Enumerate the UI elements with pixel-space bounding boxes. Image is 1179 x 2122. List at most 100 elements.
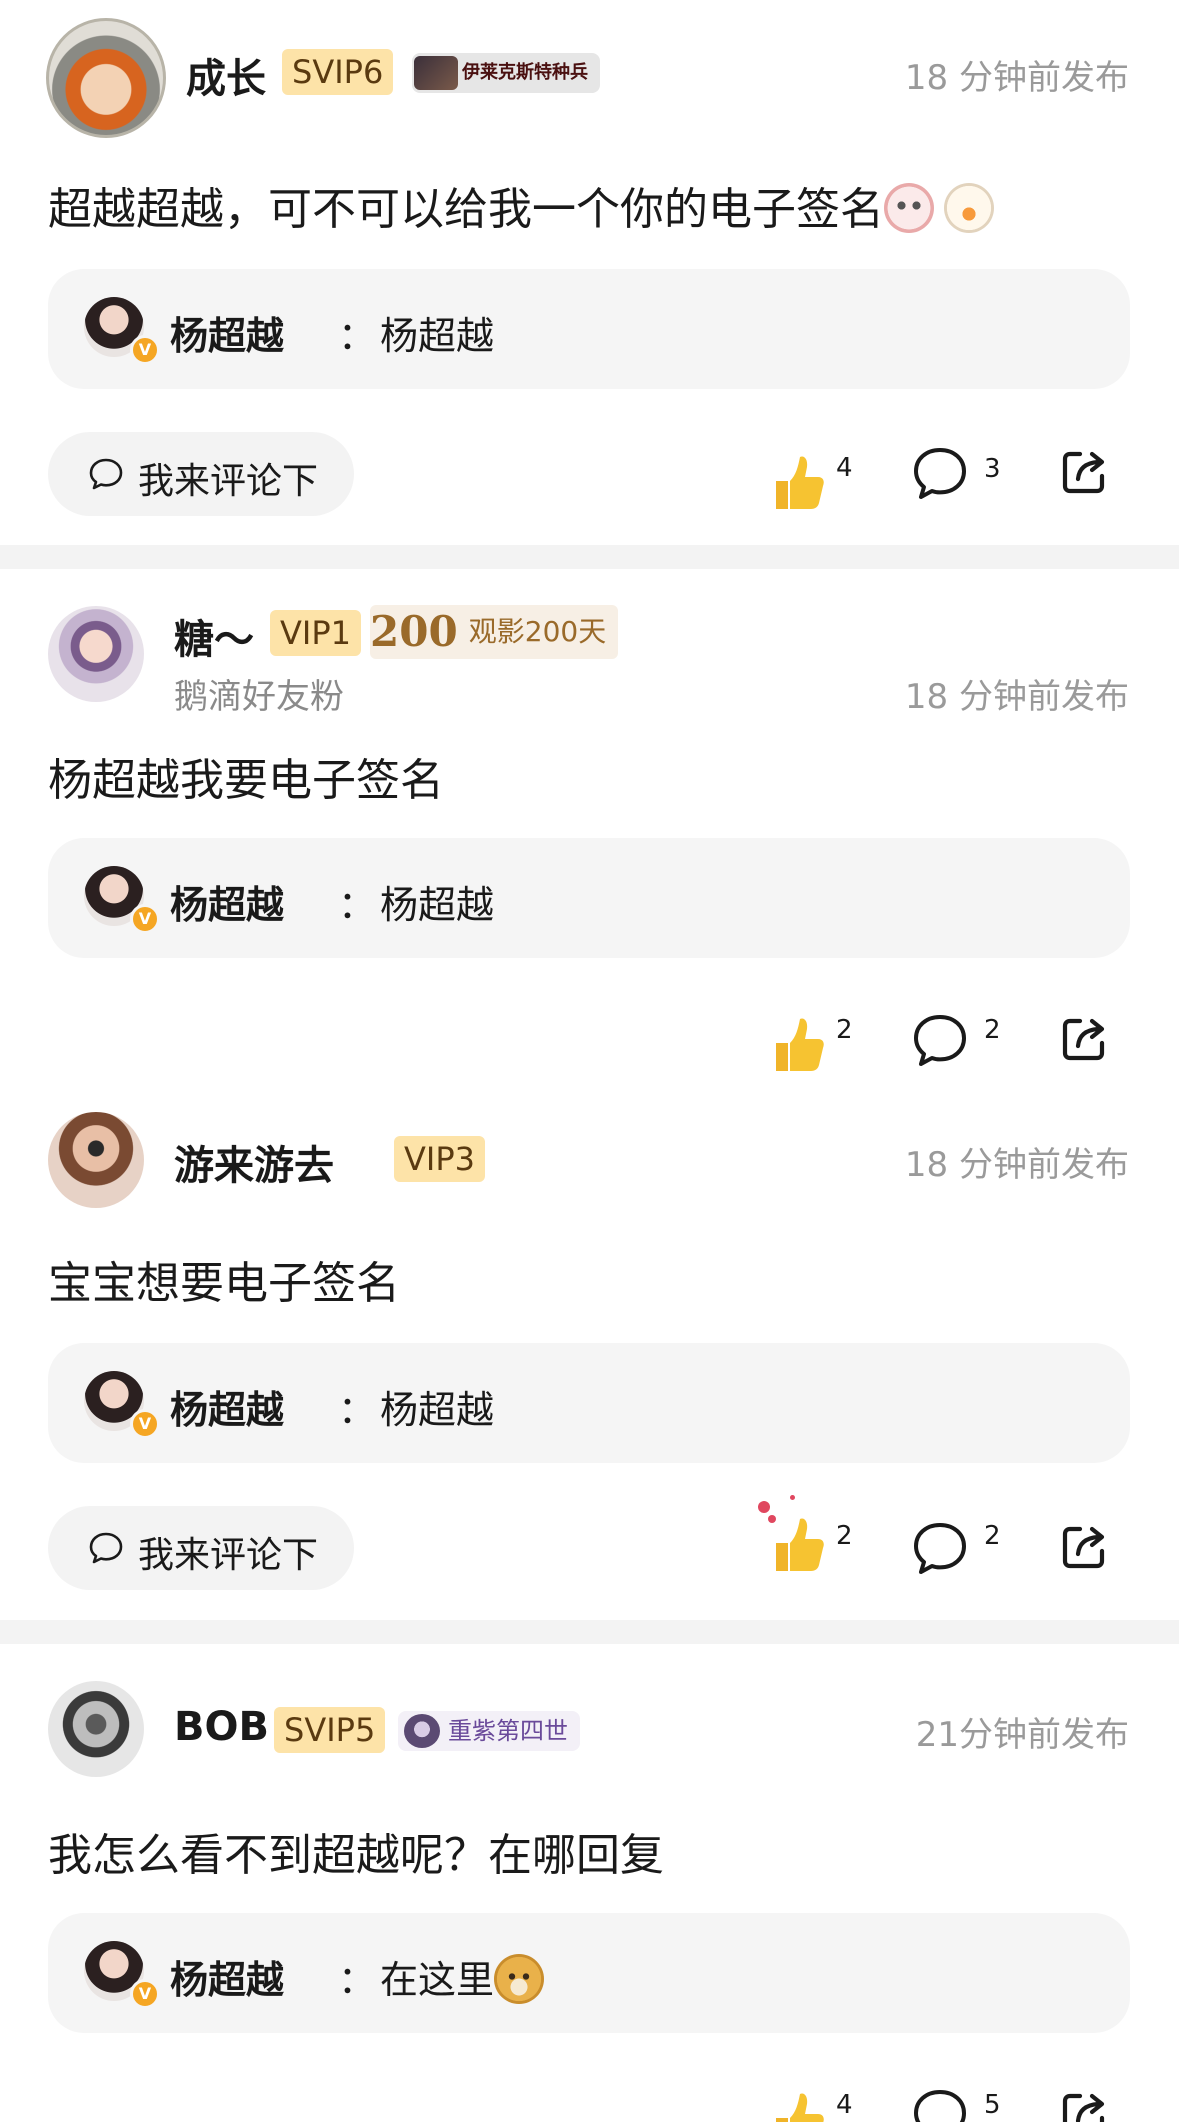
- user-avatar[interactable]: [48, 1681, 144, 1777]
- share-icon: [1062, 1526, 1105, 1569]
- comment-post: 糖～ VIP1 200 观影200天 鹅滴好友粉 18 分钟前发布 杨超越我要电…: [0, 569, 1179, 1085]
- reply-count: 2: [984, 1521, 1001, 1551]
- author-reply[interactable]: V 杨超越 ： 杨超越: [48, 269, 1130, 389]
- reply-count: 3: [984, 454, 1001, 484]
- reply-text: 杨超越: [380, 314, 495, 358]
- username[interactable]: 成长: [186, 46, 266, 104]
- reply-count: 5: [984, 2090, 1001, 2120]
- verified-icon: V: [130, 335, 160, 365]
- comment-text: 我怎么看不到超越呢？在哪回复: [48, 1830, 664, 1881]
- medal-label: 重紫第四世: [448, 1717, 568, 1745]
- reply-author[interactable]: 杨超越: [170, 874, 284, 929]
- share-icon: [1062, 1018, 1105, 1061]
- username[interactable]: 游来游去: [174, 1133, 334, 1191]
- share-button[interactable]: [1058, 446, 1114, 502]
- fan-tag: 鹅滴好友粉: [174, 677, 344, 717]
- share-icon: [1062, 2093, 1105, 2122]
- comment-text-body: 超越超越，可不可以给我一个你的电子签名: [48, 184, 884, 235]
- speech-bubble-icon: [89, 1532, 123, 1564]
- medal-label: 伊莱克斯特种兵: [462, 62, 588, 83]
- verified-icon: V: [130, 1979, 160, 2009]
- vip-badge: VIP3: [394, 1136, 485, 1182]
- reply-separator: ：: [338, 1958, 377, 2002]
- speech-bubble-icon: [89, 458, 123, 490]
- post-time: 21分钟前发布: [915, 1715, 1129, 1755]
- comment-post: 游来游去 VIP3 18 分钟前发布 宝宝想要电子签名 V 杨超越 ： 杨超越 …: [0, 1085, 1179, 1620]
- section-divider: [0, 1620, 1179, 1644]
- vip-badge: SVIP5: [274, 1707, 386, 1753]
- section-divider: [0, 545, 1179, 569]
- watch-days-badge: 200 观影200天: [370, 605, 619, 659]
- reply-count-button[interactable]: 3: [912, 446, 1008, 506]
- reply-separator: ：: [338, 314, 377, 358]
- medal-icon: [414, 56, 458, 90]
- reply-count-button[interactable]: 5: [912, 2088, 1008, 2122]
- fan-medal: 重紫第四世: [398, 1711, 580, 1751]
- comment-text: 超越超越，可不可以给我一个你的电子签名: [48, 173, 994, 237]
- comment-text: 宝宝想要电子签名: [48, 1258, 400, 1309]
- reply-text: 在这里: [380, 1949, 545, 2008]
- reply-author[interactable]: 杨超越: [170, 1379, 284, 1434]
- fan-medal: 伊莱克斯特种兵: [412, 53, 600, 93]
- username[interactable]: BOB: [174, 1704, 269, 1750]
- thumbs-up-icon: [776, 1018, 824, 1071]
- like-sparkle-icon: [790, 1495, 795, 1500]
- like-button[interactable]: 2: [770, 1013, 860, 1083]
- user-avatar[interactable]: [48, 606, 144, 702]
- share-button[interactable]: [1058, 1521, 1114, 1577]
- doge-emoji: [494, 1953, 545, 2004]
- share-button[interactable]: [1058, 2088, 1114, 2122]
- thumbs-up-icon: [776, 1518, 824, 1571]
- reply-separator: ：: [338, 1388, 377, 1432]
- reply-count-button[interactable]: 2: [912, 1013, 1008, 1073]
- like-count: 2: [836, 1015, 853, 1045]
- reply-text-body: 在这里: [380, 1958, 495, 2002]
- like-count: 2: [836, 1521, 853, 1551]
- reply-author[interactable]: 杨超越: [170, 305, 284, 360]
- like-button[interactable]: 2: [758, 1495, 860, 1577]
- username[interactable]: 糖～: [174, 607, 254, 665]
- share-button[interactable]: [1058, 1013, 1114, 1069]
- user-avatar[interactable]: [48, 1112, 144, 1208]
- reply-text: 杨超越: [380, 883, 495, 927]
- reply-count-button[interactable]: 2: [912, 1521, 1008, 1581]
- vip-badge: VIP1: [270, 610, 361, 656]
- speech-bubble-icon: [914, 2090, 966, 2122]
- comment-post: 成长 SVIP6 伊莱克斯特种兵 18 分钟前发布 超越超越，可不可以给我一个你…: [0, 0, 1179, 545]
- share-icon: [1062, 451, 1105, 494]
- post-time: 18 分钟前发布: [904, 58, 1129, 98]
- comment-text: 杨超越我要电子签名: [48, 755, 444, 806]
- reply-separator: ：: [338, 883, 377, 927]
- write-comment-label: 我来评论下: [138, 1535, 319, 1576]
- post-time: 18 分钟前发布: [904, 1145, 1129, 1185]
- write-comment-label: 我来评论下: [138, 461, 319, 502]
- thumbs-up-icon: [776, 2093, 824, 2122]
- watch-days-number: 200: [370, 607, 458, 656]
- panda-face-emoji: [884, 183, 934, 233]
- verified-icon: V: [130, 904, 160, 934]
- like-button[interactable]: 4: [770, 2088, 860, 2122]
- user-avatar[interactable]: [46, 18, 166, 138]
- like-count: 4: [836, 2090, 853, 2120]
- like-sparkle-icon: [758, 1501, 770, 1513]
- author-reply[interactable]: V 杨超越 ： 杨超越: [48, 1343, 1130, 1463]
- vip-badge: SVIP6: [282, 49, 394, 95]
- post-time: 18 分钟前发布: [904, 677, 1129, 717]
- comment-post: BOB SVIP5 重紫第四世 21分钟前发布 我怎么看不到超越呢？在哪回复 V…: [0, 1644, 1179, 2122]
- watch-days-label: 观影200天: [468, 615, 607, 648]
- speech-bubble-icon: [914, 1523, 966, 1574]
- thumbs-up-icon: [776, 456, 824, 509]
- reply-count: 2: [984, 1015, 1001, 1045]
- write-comment-button[interactable]: 我来评论下: [48, 1506, 354, 1590]
- author-reply[interactable]: V 杨超越 ： 在这里: [48, 1913, 1130, 2033]
- comment-feed: 成长 SVIP6 伊莱克斯特种兵 18 分钟前发布 超越超越，可不可以给我一个你…: [0, 0, 1179, 2122]
- write-comment-button[interactable]: 我来评论下: [48, 432, 354, 516]
- speech-bubble-icon: [914, 448, 966, 499]
- like-count: 4: [836, 453, 853, 483]
- reply-author[interactable]: 杨超越: [170, 1949, 284, 2004]
- reply-text: 杨超越: [380, 1388, 495, 1432]
- verified-icon: V: [130, 1409, 160, 1439]
- speech-bubble-icon: [914, 1015, 966, 1066]
- like-button[interactable]: 4: [770, 445, 860, 515]
- author-reply[interactable]: V 杨超越 ： 杨超越: [48, 838, 1130, 958]
